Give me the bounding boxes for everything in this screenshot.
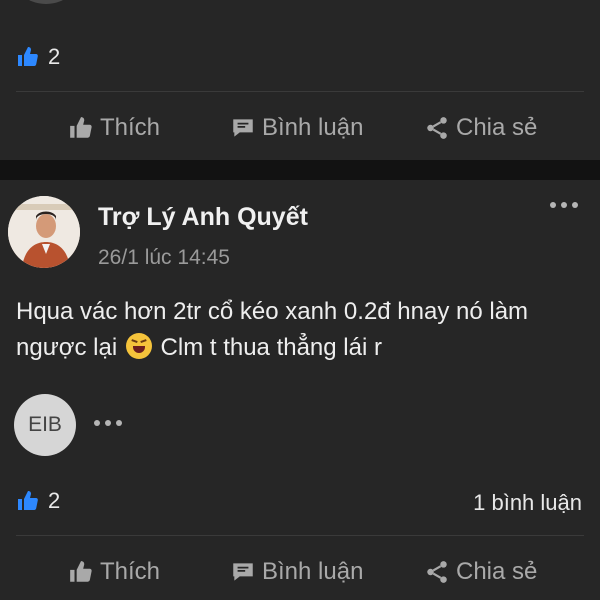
avatar-photo bbox=[8, 196, 80, 268]
like-count: 2 bbox=[48, 488, 61, 513]
previous-post-reactions[interactable]: 2 bbox=[16, 44, 60, 70]
previous-post-divider bbox=[16, 91, 584, 92]
like-icon bbox=[70, 561, 92, 582]
post-reactions[interactable]: 2 bbox=[16, 488, 60, 514]
previous-like-count: 2 bbox=[48, 44, 61, 69]
share-icon bbox=[427, 117, 447, 139]
like-reaction-icon bbox=[18, 47, 38, 66]
comment-icon bbox=[233, 563, 253, 581]
like-reaction-icon bbox=[18, 491, 38, 510]
post-actions: Thích Bình luận Chia sẻ bbox=[0, 550, 600, 594]
previous-post-card: 2 Thích Bình luận Chia sẻ bbox=[0, 0, 600, 160]
previous-comment-button[interactable]: Bình luận bbox=[230, 114, 363, 142]
like-icon bbox=[70, 117, 92, 138]
post-timestamp[interactable]: 26/1 lúc 14:45 bbox=[98, 246, 230, 270]
comment-count[interactable]: 1 bình luận bbox=[473, 490, 582, 516]
comment-button[interactable]: Bình luận bbox=[230, 558, 363, 586]
post-text: Hqua vác hơn 2tr cổ kéo xanh 0.2đ hnay n… bbox=[16, 294, 591, 366]
comment-icon bbox=[233, 119, 253, 137]
more-icon bbox=[550, 202, 556, 208]
previous-like-button[interactable]: Thích bbox=[68, 114, 160, 142]
like-label: Thích bbox=[100, 114, 161, 141]
post-divider bbox=[16, 535, 584, 536]
share-label: Chia sẻ bbox=[456, 558, 538, 585]
like-label: Thích bbox=[100, 558, 161, 585]
laughing-emoji-icon bbox=[125, 333, 152, 359]
previous-post-avatar[interactable] bbox=[8, 0, 84, 4]
post-card: Trợ Lý Anh Quyết 26/1 lúc 14:45 Hqua vác… bbox=[0, 180, 600, 600]
share-button[interactable]: Chia sẻ bbox=[424, 558, 537, 586]
share-icon bbox=[427, 561, 447, 583]
share-label: Chia sẻ bbox=[456, 114, 538, 141]
previous-share-button[interactable]: Chia sẻ bbox=[424, 114, 537, 142]
author-avatar[interactable] bbox=[8, 196, 80, 268]
previous-post-actions: Thích Bình luận Chia sẻ bbox=[0, 106, 600, 150]
comment-label: Bình luận bbox=[262, 114, 364, 141]
more-icon bbox=[94, 420, 100, 426]
post-text-part2: Clm t thua thẳng lái r bbox=[160, 334, 382, 361]
page-initials: EIB bbox=[28, 413, 62, 436]
more-options-button[interactable] bbox=[550, 202, 578, 208]
comment-label: Bình luận bbox=[262, 558, 364, 585]
author-name[interactable]: Trợ Lý Anh Quyết bbox=[98, 203, 308, 232]
like-button[interactable]: Thích bbox=[68, 558, 160, 586]
page-avatar[interactable]: EIB bbox=[14, 394, 76, 456]
page-more-button[interactable] bbox=[94, 420, 122, 426]
feed-separator bbox=[0, 160, 600, 180]
